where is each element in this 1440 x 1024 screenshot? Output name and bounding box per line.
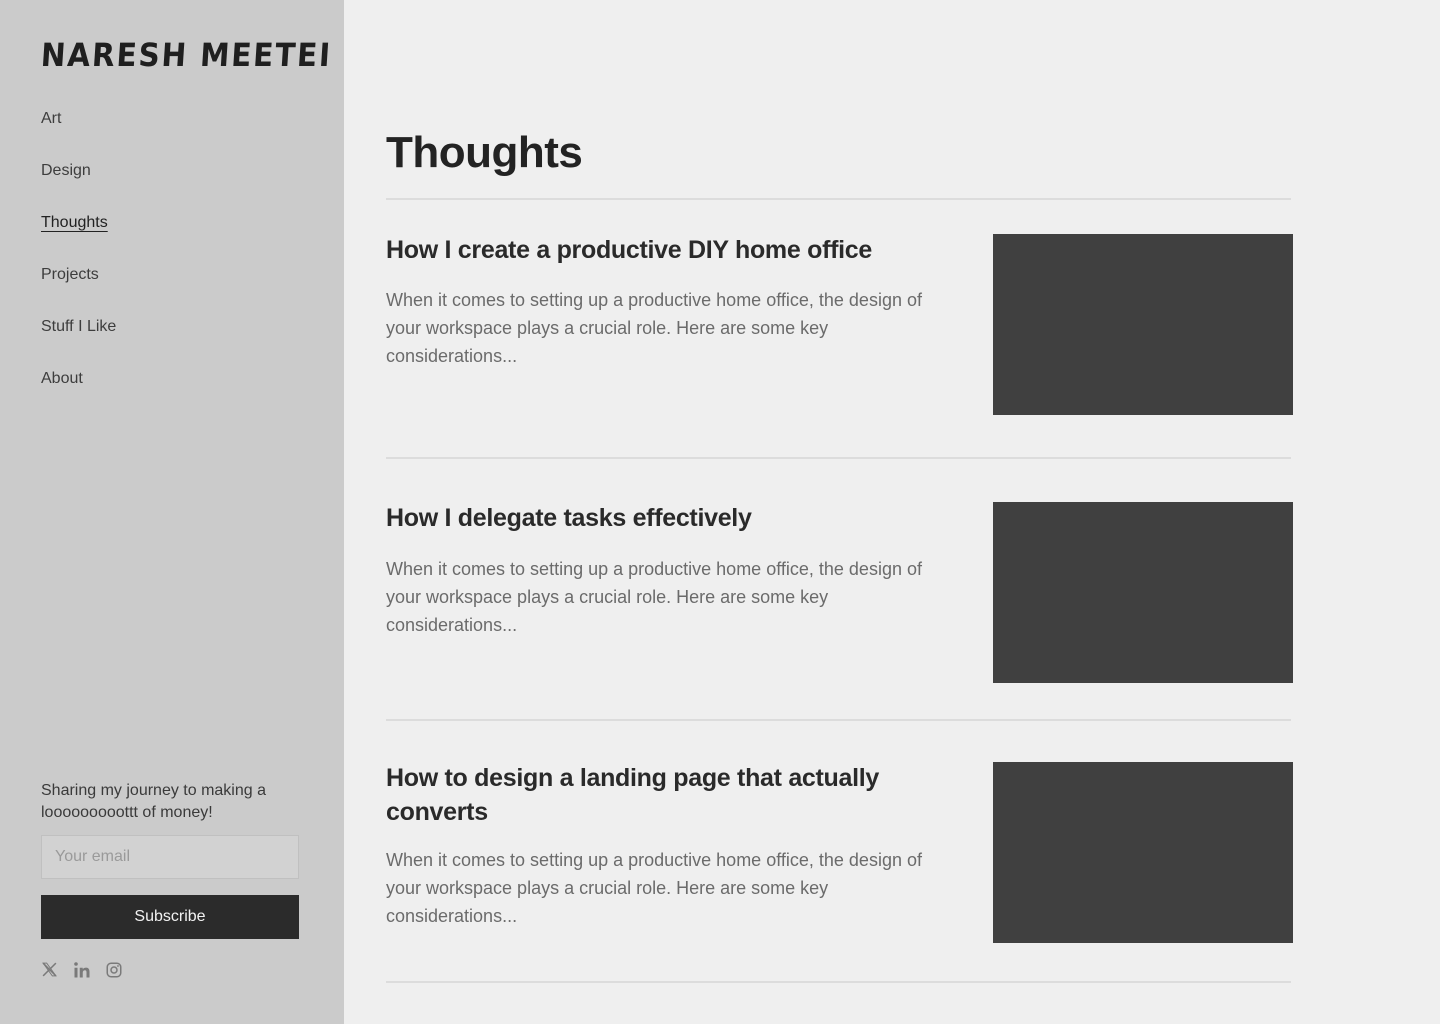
newsletter-text: Sharing my journey to making a loooooooo… [41,782,266,821]
divider [386,457,1291,459]
nav-item-art: Art [41,108,116,160]
email-input[interactable] [41,835,299,879]
nav-link-about[interactable]: About [41,368,83,390]
nav-item-design: Design [41,160,116,212]
page-title: Thoughts [386,128,583,177]
post-thumbnail[interactable] [993,762,1293,943]
post-title[interactable]: How I create a productive DIY home offic… [386,233,906,267]
sidebar: NARESH MEETEI Art Design Thoughts Projec… [0,0,344,1024]
divider [386,981,1291,983]
nav-link-projects[interactable]: Projects [41,264,99,286]
site-logo[interactable]: NARESH MEETEI [40,36,333,74]
social-links [40,960,123,979]
post-title[interactable]: How I delegate tasks effectively [386,501,906,535]
nav-link-stuff-i-like[interactable]: Stuff I Like [41,316,116,338]
nav-link-thoughts[interactable]: Thoughts [41,212,108,234]
post-title[interactable]: How to design a landing page that actual… [386,761,906,829]
nav-link-design[interactable]: Design [41,160,91,182]
nav-link-art[interactable]: Art [41,108,61,130]
nav-item-projects: Projects [41,264,116,316]
post-excerpt: When it comes to setting up a productive… [386,850,922,926]
x-icon[interactable] [40,960,59,979]
post-excerpt: When it comes to setting up a productive… [386,290,922,366]
post-thumbnail[interactable] [993,234,1293,415]
nav-item-stuff-i-like: Stuff I Like [41,316,116,368]
subscribe-button[interactable]: Subscribe [41,895,299,939]
nav-item-thoughts: Thoughts [41,212,116,264]
post-excerpt: When it comes to setting up a productive… [386,559,922,635]
linkedin-icon[interactable] [72,960,91,979]
instagram-icon[interactable] [104,960,123,979]
divider [386,719,1291,721]
post-thumbnail[interactable] [993,502,1293,683]
main-nav: Art Design Thoughts Projects Stuff I Lik… [41,108,116,420]
divider [386,198,1291,200]
nav-item-about: About [41,368,116,420]
